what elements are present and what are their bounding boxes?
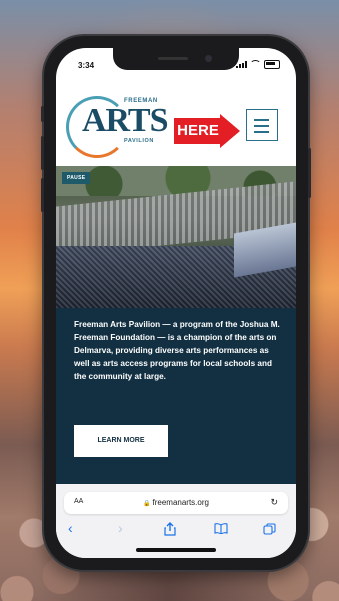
menu-line xyxy=(254,119,269,121)
status-icons xyxy=(236,60,280,69)
address-bar[interactable]: AA 🔒 freemanarts.org ↻ xyxy=(64,492,288,514)
mute-switch xyxy=(41,106,44,122)
learn-more-button[interactable]: LEARN MORE xyxy=(74,425,168,457)
pause-button[interactable]: PAUSE xyxy=(62,172,91,184)
phone-screen: 3:34 ARTS FREEMAN PAVILION HERE PAUSE Fr… xyxy=(56,48,296,558)
url-display: 🔒 freemanarts.org xyxy=(64,498,288,507)
volume-down-button xyxy=(41,178,44,212)
signal-icon xyxy=(236,61,247,68)
menu-line xyxy=(254,125,269,127)
tabs-icon[interactable] xyxy=(263,523,276,535)
hamburger-menu-button[interactable] xyxy=(246,109,278,141)
url-text: freemanarts.org xyxy=(152,498,209,507)
here-callout-label: HERE xyxy=(174,118,222,144)
hero-aerial-photo: PAUSE xyxy=(56,166,296,308)
safari-bottom-bar: AA 🔒 freemanarts.org ↻ ‹ › xyxy=(56,484,296,558)
lock-icon: 🔒 xyxy=(143,501,151,507)
safari-toolbar: ‹ › xyxy=(56,520,296,540)
camera xyxy=(205,55,212,62)
status-bar: 3:34 xyxy=(56,48,296,80)
logo-pavilion-text: PAVILION xyxy=(124,138,154,144)
menu-line xyxy=(254,131,269,133)
notch xyxy=(113,48,239,70)
status-time: 3:34 xyxy=(78,61,95,70)
power-button xyxy=(308,148,311,198)
back-icon[interactable]: ‹ xyxy=(68,520,73,536)
volume-up-button xyxy=(41,136,44,170)
speaker xyxy=(158,57,188,60)
share-icon[interactable] xyxy=(164,522,176,536)
site-header: ARTS FREEMAN PAVILION HERE xyxy=(56,84,296,166)
forward-icon[interactable]: › xyxy=(118,520,123,536)
arrow-head-icon xyxy=(220,114,240,148)
info-description: Freeman Arts Pavilion — a program of the… xyxy=(74,320,280,381)
freeman-arts-logo[interactable]: ARTS FREEMAN PAVILION xyxy=(66,92,168,158)
logo-arts-text: ARTS xyxy=(82,102,168,139)
wifi-icon xyxy=(250,60,261,69)
here-callout-arrow: HERE xyxy=(174,114,242,148)
logo-freeman-text: FREEMAN xyxy=(124,98,158,104)
bookmarks-icon[interactable] xyxy=(214,523,228,534)
info-panel: Freeman Arts Pavilion — a program of the… xyxy=(56,308,296,485)
home-indicator xyxy=(136,548,216,552)
reload-icon[interactable]: ↻ xyxy=(270,497,278,508)
phone-frame: 3:34 ARTS FREEMAN PAVILION HERE PAUSE Fr… xyxy=(41,36,311,570)
battery-icon xyxy=(264,60,280,69)
